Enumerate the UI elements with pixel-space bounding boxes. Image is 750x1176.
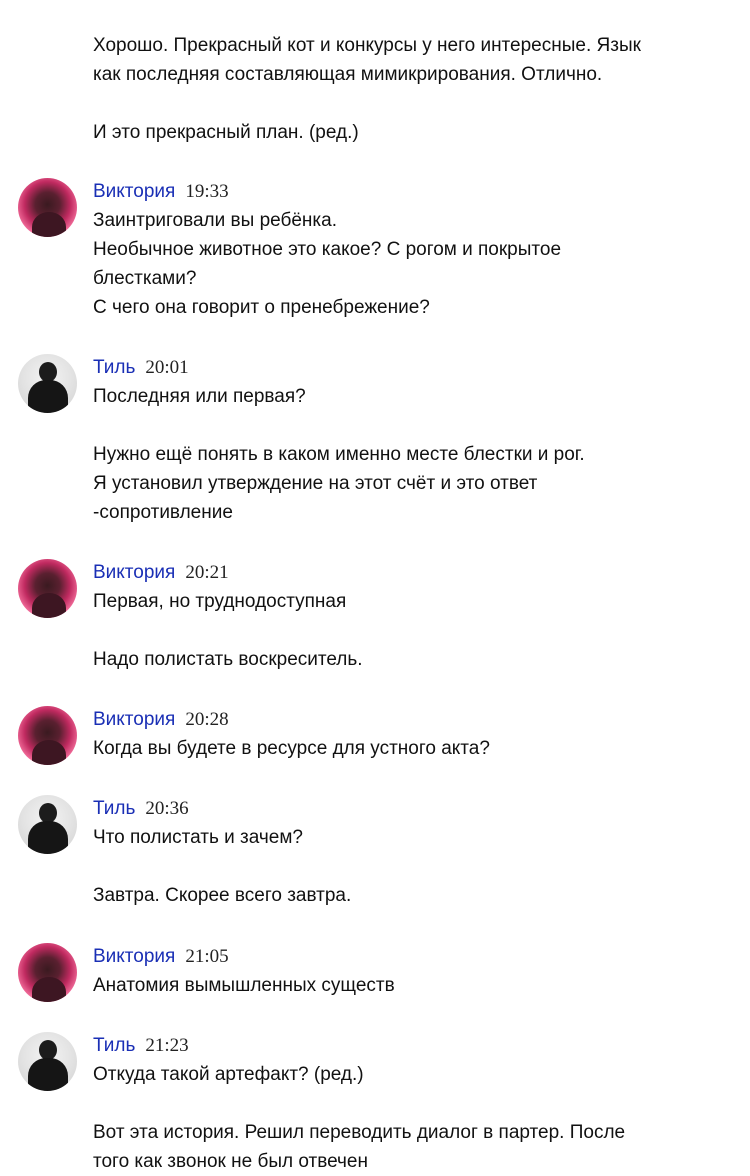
- message-text: Откуда такой артефакт? (ред.) Вот эта ис…: [93, 1064, 626, 1172]
- avatar[interactable]: [18, 943, 77, 1002]
- message: Виктория 19:33 Заинтриговали вы ребёнка. …: [0, 178, 750, 322]
- message-header: Тиль 21:23: [93, 1032, 730, 1060]
- message: Тиль 20:36 Что полистать и зачем? Завтра.…: [0, 795, 750, 910]
- message: Тиль 21:23 Откуда такой артефакт? (ред.) …: [0, 1032, 750, 1176]
- message-header: Тиль 20:36: [93, 795, 730, 823]
- avatar[interactable]: [18, 706, 77, 765]
- message-time: 19:33: [185, 181, 229, 202]
- message-header: Виктория 19:33: [93, 178, 730, 206]
- message-text: Что полистать и зачем? Завтра. Скорее вс…: [93, 827, 352, 906]
- message: Виктория 21:05 Анатомия вымышленных сущес…: [0, 943, 750, 1002]
- message-time: 20:28: [185, 709, 229, 730]
- message-time: 20:01: [145, 357, 189, 378]
- message-header: Тиль 20:01: [93, 354, 730, 382]
- message-time: 20:36: [145, 798, 189, 819]
- avatar[interactable]: [18, 559, 77, 618]
- message-header: Виктория 20:21: [93, 559, 730, 587]
- author-name[interactable]: Виктория: [93, 181, 175, 202]
- message-text: Последняя или первая? Нужно ещё понять в…: [93, 386, 585, 523]
- author-name[interactable]: Тиль: [93, 798, 135, 819]
- message-time: 21:23: [145, 1035, 189, 1056]
- avatar[interactable]: [18, 795, 77, 854]
- message-time: 20:21: [185, 562, 229, 583]
- message-header: Виктория 20:28: [93, 706, 730, 734]
- author-name[interactable]: Тиль: [93, 357, 135, 378]
- message-header: Виктория 21:05: [93, 943, 730, 971]
- message-text: Первая, но труднодоступная Надо полистат…: [93, 591, 363, 670]
- avatar[interactable]: [18, 178, 77, 237]
- avatar[interactable]: [18, 1032, 77, 1091]
- message-text: Когда вы будете в ресурсе для устного ак…: [93, 738, 490, 759]
- message-time: 21:05: [185, 946, 229, 967]
- message: Виктория 20:21 Первая, но труднодоступная…: [0, 559, 750, 674]
- avatar[interactable]: [18, 354, 77, 413]
- message-text: Заинтриговали вы ребёнка. Необычное живо…: [93, 210, 562, 318]
- message-continuation: Хорошо. Прекрасный кот и конкурсы у него…: [0, 31, 750, 147]
- author-name[interactable]: Виктория: [93, 709, 175, 730]
- author-name[interactable]: Виктория: [93, 562, 175, 583]
- author-name[interactable]: Тиль: [93, 1035, 135, 1056]
- message: Тиль 20:01 Последняя или первая? Нужно ещ…: [0, 354, 750, 527]
- message-text: Анатомия вымышленных существ: [93, 975, 395, 996]
- message-text: Хорошо. Прекрасный кот и конкурсы у него…: [93, 35, 641, 143]
- author-name[interactable]: Виктория: [93, 946, 175, 967]
- message: Виктория 20:28 Когда вы будете в ресурсе …: [0, 706, 750, 765]
